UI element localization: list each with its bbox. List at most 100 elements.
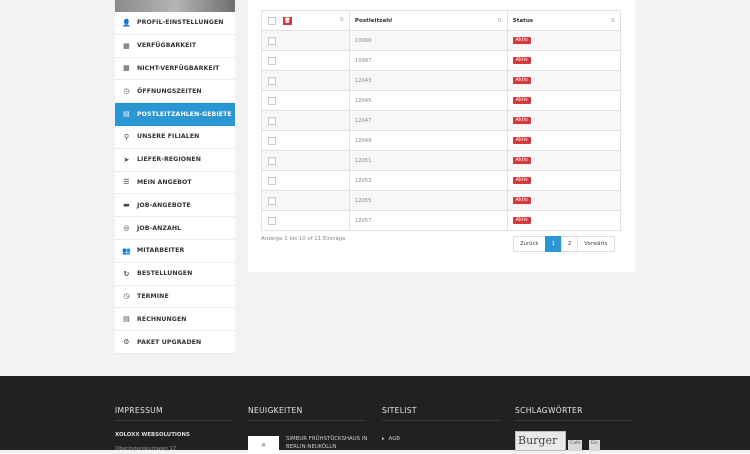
target-icon: ◎ <box>123 224 130 233</box>
status-cell: Aktiv <box>506 30 622 51</box>
status-badge: Aktiv <box>512 117 531 124</box>
sidebar-item-job-anzahl[interactable]: ◎ JOB-ANZAHL <box>115 217 235 240</box>
sidebar-item-label: PAKET UPGRADEN <box>137 338 202 346</box>
row-checkbox[interactable] <box>268 216 276 225</box>
select-cell <box>261 50 350 71</box>
tags-heading: SCHLAGWÖRTER <box>515 406 583 415</box>
sidebar-item-job-angebote[interactable]: ▬ JOB-ANGEBOTE <box>115 194 235 218</box>
status-cell: Aktiv <box>506 190 622 211</box>
pagination-page-1[interactable]: 1 <box>544 236 562 252</box>
news-thumbnail[interactable]: ✺ <box>248 436 279 454</box>
file-icon: ▤ <box>123 315 130 324</box>
table-row: 12053 Aktiv <box>261 170 622 191</box>
sidebar-item-verfügbarkeit[interactable]: ▦ VERFÜGBARKEIT <box>115 35 235 58</box>
sitelist-link-agb[interactable]: ▸ AGB <box>382 436 400 442</box>
postleitzahl-cell: 12051 <box>348 150 508 171</box>
postleitzahl-cell: 12053 <box>348 170 508 191</box>
news-title-link[interactable]: SIMBUR FRÜHSTÜCKSHAUS IN BERLIN-NEUKÖLLN <box>286 435 376 451</box>
select-all-checkbox[interactable] <box>268 16 276 25</box>
page-body: 👤 PROFIL-EINSTELLUNGEN ▦ VERFÜGBARKEIT ▦ NICH… <box>0 0 750 376</box>
status-badge: Aktiv <box>512 77 531 84</box>
tag-burger[interactable]: Burger <box>515 431 566 451</box>
pagination-prev-button[interactable]: Zurück <box>513 236 546 252</box>
divider <box>248 420 366 421</box>
sidebar-item-paket-upgraden[interactable]: ⚙ PAKET UPGRADEN <box>115 331 235 354</box>
postleitzahl-cell: 12043 <box>348 70 508 91</box>
status-badge: Aktiv <box>512 157 531 164</box>
status-badge: Aktiv <box>512 197 531 204</box>
news-heading: NEUIGKEITEN <box>248 406 303 415</box>
sidebar-item-unsere-filialen[interactable]: ⚲ UNSERE FILIALEN <box>115 126 235 149</box>
sidebar-item-label: TERMINE <box>137 292 169 300</box>
sidebar-item-nicht-verfügbarkeit[interactable]: ▦ NICHT-VERFÜGBARKEIT <box>115 58 235 81</box>
sidebar-item-profil-einstellungen[interactable]: 👤 PROFIL-EINSTELLUNGEN <box>115 12 235 35</box>
select-cell <box>261 150 350 171</box>
sidebar-item-liefer-regionen[interactable]: ➤ LIEFER-REGIONEN <box>115 149 235 172</box>
status-column-header[interactable]: Status ⇅ <box>506 10 622 31</box>
postleitzahl-column-header[interactable]: Postleitzahl ⇅ <box>348 10 508 31</box>
status-header-label: Status <box>512 17 534 24</box>
zip-code-table: 🗑 ⇅ Postleitzahl ⇅ Status ⇅ 10960 Aktiv 10… <box>261 10 622 231</box>
row-checkbox[interactable] <box>268 76 276 85</box>
sidebar-item-bestellungen[interactable]: ↻ BESTELLUNGEN <box>115 263 235 286</box>
select-cell <box>261 30 350 51</box>
status-cell: Aktiv <box>506 70 622 91</box>
divider <box>515 420 633 421</box>
row-checkbox[interactable] <box>268 176 276 185</box>
row-checkbox[interactable] <box>268 196 276 205</box>
users-icon: 👥 <box>122 246 131 255</box>
sidebar-item-mitarbeiter[interactable]: 👥 MITARBEITER <box>115 240 235 263</box>
table-info-text: Anzeige 1 bis 10 of 11 Einträge <box>261 236 346 242</box>
row-checkbox[interactable] <box>268 36 276 45</box>
sidebar-item-label: BESTELLUNGEN <box>137 270 193 278</box>
postleitzahl-cell: 12057 <box>348 210 508 231</box>
sidebar-item-label: ÖFFNUNGSZEITEN <box>137 87 202 95</box>
sidebar-item-label: POSTLEITZAHLEN-GEBIETE <box>137 110 232 118</box>
pagination-next-button[interactable]: Vorwärts <box>577 236 615 252</box>
sidebar-item-label: PROFIL-EINSTELLUNGEN <box>137 19 224 27</box>
tag-eis[interactable]: Eis <box>589 440 600 451</box>
pagination: Zurück 1 2 Vorwärts <box>513 236 615 252</box>
sidebar-item-label: MITARBEITER <box>137 247 185 255</box>
table-row: 10960 Aktiv <box>261 30 622 51</box>
status-badge: Aktiv <box>512 137 531 144</box>
sidebar-item-öffnungszeiten[interactable]: ◷ ÖFFNUNGSZEITEN <box>115 80 235 104</box>
briefcase-icon: ▬ <box>123 201 130 210</box>
table-row: 12047 Aktiv <box>261 110 622 131</box>
sort-icon: ⇅ <box>497 17 502 24</box>
row-checkbox[interactable] <box>268 136 276 145</box>
row-checkbox[interactable] <box>268 56 276 65</box>
select-cell <box>261 110 350 131</box>
row-checkbox[interactable] <box>268 96 276 105</box>
postleitzahl-cell: 10997 <box>348 50 508 71</box>
document-icon: ▤ <box>123 110 130 119</box>
delete-button[interactable]: 🗑 <box>282 16 292 25</box>
sort-icon[interactable]: ⇅ <box>339 17 344 23</box>
table-row: 12045 Aktiv <box>261 90 622 111</box>
status-cell: Aktiv <box>506 130 622 151</box>
status-badge: Aktiv <box>512 177 531 184</box>
table-row: 10997 Aktiv <box>261 50 622 71</box>
pagination-page-2[interactable]: 2 <box>560 236 579 252</box>
postleitzahl-header-label: Postleitzahl <box>354 17 393 24</box>
location-arrow-icon: ➤ <box>123 155 130 164</box>
sort-icon: ⇅ <box>610 17 615 24</box>
list-icon: ☰ <box>123 178 130 187</box>
table-row: 12051 Aktiv <box>261 150 622 171</box>
status-cell: Aktiv <box>506 210 622 231</box>
sidebar-item-rechnungen[interactable]: ▤ RECHNUNGEN <box>115 308 235 332</box>
sidebar-item-mein-angebot[interactable]: ☰ MEIN ANGEBOT <box>115 172 235 195</box>
status-badge: Aktiv <box>512 37 531 44</box>
sidebar-item-termine[interactable]: ◷ TERMINE <box>115 286 235 309</box>
row-checkbox[interactable] <box>268 156 276 165</box>
row-checkbox[interactable] <box>268 116 276 125</box>
select-column-header: 🗑 ⇅ <box>261 10 350 31</box>
trash-icon: 🗑 <box>284 17 291 24</box>
sidebar-item-postleitzahlen-gebiete[interactable]: ▤ POSTLEITZAHLEN-GEBIETE <box>115 103 235 126</box>
image-icon: ✺ <box>260 441 267 449</box>
sidebar-item-label: RECHNUNGEN <box>137 315 187 323</box>
tag-cafe[interactable]: Cafe <box>568 440 583 451</box>
postleitzahl-cell: 12047 <box>348 110 508 131</box>
postleitzahl-cell: 10960 <box>348 30 508 51</box>
gear-icon: ⚙ <box>123 338 130 347</box>
